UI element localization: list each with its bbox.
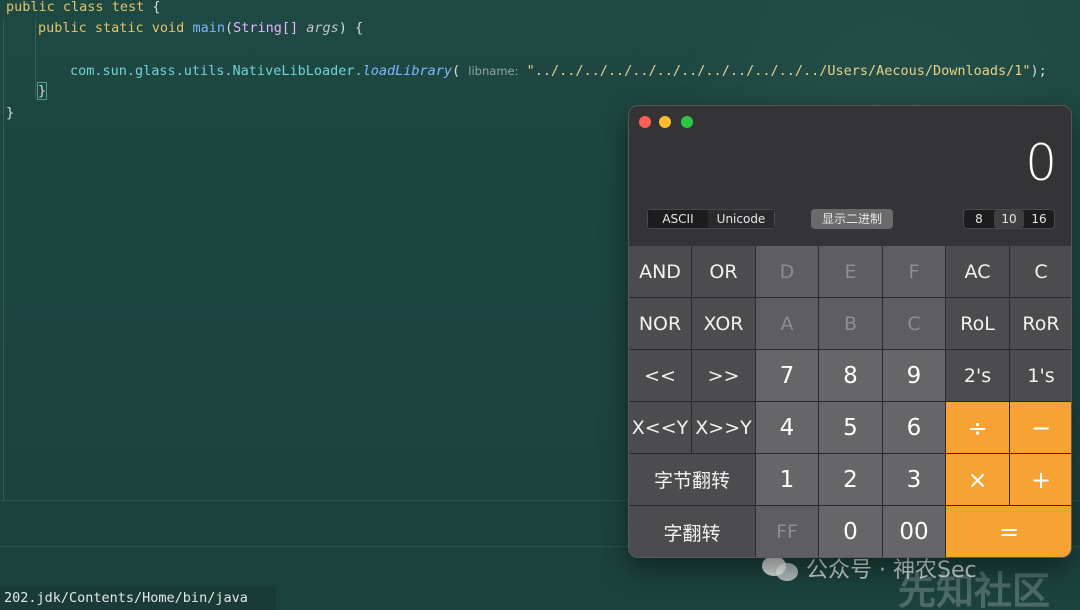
key-rol[interactable]: RoL bbox=[946, 298, 1010, 350]
minimize-button[interactable] bbox=[659, 116, 671, 128]
key-5[interactable]: 5 bbox=[819, 402, 883, 454]
key-x-shr-y[interactable]: X>>Y bbox=[692, 402, 756, 454]
key-multiply[interactable]: × bbox=[946, 454, 1010, 506]
indent-guide bbox=[35, 20, 36, 98]
base-16-option[interactable]: 16 bbox=[1024, 210, 1054, 228]
key-equals[interactable]: = bbox=[946, 506, 1071, 557]
key-plus[interactable]: + bbox=[1010, 454, 1071, 506]
zoom-button[interactable] bbox=[681, 116, 693, 128]
key-clear[interactable]: C bbox=[1010, 246, 1071, 298]
key-3[interactable]: 3 bbox=[883, 454, 946, 506]
key-divide[interactable]: ÷ bbox=[946, 402, 1010, 454]
key-9[interactable]: 9 bbox=[883, 350, 946, 402]
code-line-2: public static void main(String[] args) { bbox=[38, 20, 364, 36]
key-e[interactable]: E bbox=[819, 246, 883, 298]
param-hint: libname: bbox=[468, 64, 519, 78]
key-00[interactable]: 00 bbox=[883, 506, 946, 557]
key-or[interactable]: OR bbox=[692, 246, 756, 298]
code-line-3: com.sun.glass.utils.NativeLibLoader.load… bbox=[70, 63, 1047, 79]
key-shift-left[interactable]: << bbox=[629, 350, 692, 402]
key-d[interactable]: D bbox=[756, 246, 819, 298]
indent-guide bbox=[3, 20, 4, 500]
key-0[interactable]: 0 bbox=[819, 506, 883, 557]
base-selector[interactable]: 8 10 16 bbox=[963, 209, 1055, 229]
key-1[interactable]: 1 bbox=[756, 454, 819, 506]
key-c-hex[interactable]: C bbox=[883, 298, 946, 350]
key-shift-right[interactable]: >> bbox=[692, 350, 756, 402]
key-8[interactable]: 8 bbox=[819, 350, 883, 402]
key-nor[interactable]: NOR bbox=[629, 298, 692, 350]
unicode-option[interactable]: Unicode bbox=[708, 210, 774, 228]
key-ones-complement[interactable]: 1's bbox=[1010, 350, 1071, 402]
key-and[interactable]: AND bbox=[629, 246, 692, 298]
show-binary-button[interactable]: 显示二进制 bbox=[811, 209, 893, 229]
key-minus[interactable]: − bbox=[1010, 402, 1071, 454]
key-f[interactable]: F bbox=[883, 246, 946, 298]
key-twos-complement[interactable]: 2's bbox=[946, 350, 1010, 402]
key-7[interactable]: 7 bbox=[756, 350, 819, 402]
code-line-5: } bbox=[6, 105, 15, 121]
calculator-window[interactable]: 0 ASCII Unicode 显示二进制 8 10 16 AND OR D E… bbox=[628, 105, 1072, 558]
base-8-option[interactable]: 8 bbox=[964, 210, 994, 228]
code-line-1: public class test { bbox=[6, 0, 161, 15]
key-byte-flip[interactable]: 字节翻转 bbox=[629, 454, 756, 506]
key-4[interactable]: 4 bbox=[756, 402, 819, 454]
key-2[interactable]: 2 bbox=[819, 454, 883, 506]
key-ror[interactable]: RoR bbox=[1010, 298, 1071, 350]
close-button[interactable] bbox=[639, 116, 651, 128]
key-xor[interactable]: XOR bbox=[692, 298, 756, 350]
key-6[interactable]: 6 bbox=[883, 402, 946, 454]
key-ac[interactable]: AC bbox=[946, 246, 1010, 298]
base-10-option[interactable]: 10 bbox=[994, 210, 1024, 228]
calculator-keypad: AND OR D E F AC C NOR XOR A B C RoL RoR … bbox=[629, 246, 1071, 557]
key-x-shl-y[interactable]: X<<Y bbox=[629, 402, 692, 454]
run-path-status[interactable]: 202.jdk/Contents/Home/bin/java ... bbox=[0, 586, 276, 610]
wechat-icon bbox=[762, 554, 798, 582]
key-word-flip[interactable]: 字翻转 bbox=[629, 506, 756, 557]
watermark-big-text: 先知社区 bbox=[898, 569, 1051, 610]
key-b[interactable]: B bbox=[819, 298, 883, 350]
code-line-4: } bbox=[36, 82, 48, 100]
key-ff[interactable]: FF bbox=[756, 506, 819, 557]
encoding-toggle[interactable]: ASCII Unicode bbox=[647, 209, 775, 229]
calculator-display: 0 bbox=[1025, 134, 1057, 192]
ascii-option[interactable]: ASCII bbox=[648, 210, 708, 228]
key-a[interactable]: A bbox=[756, 298, 819, 350]
